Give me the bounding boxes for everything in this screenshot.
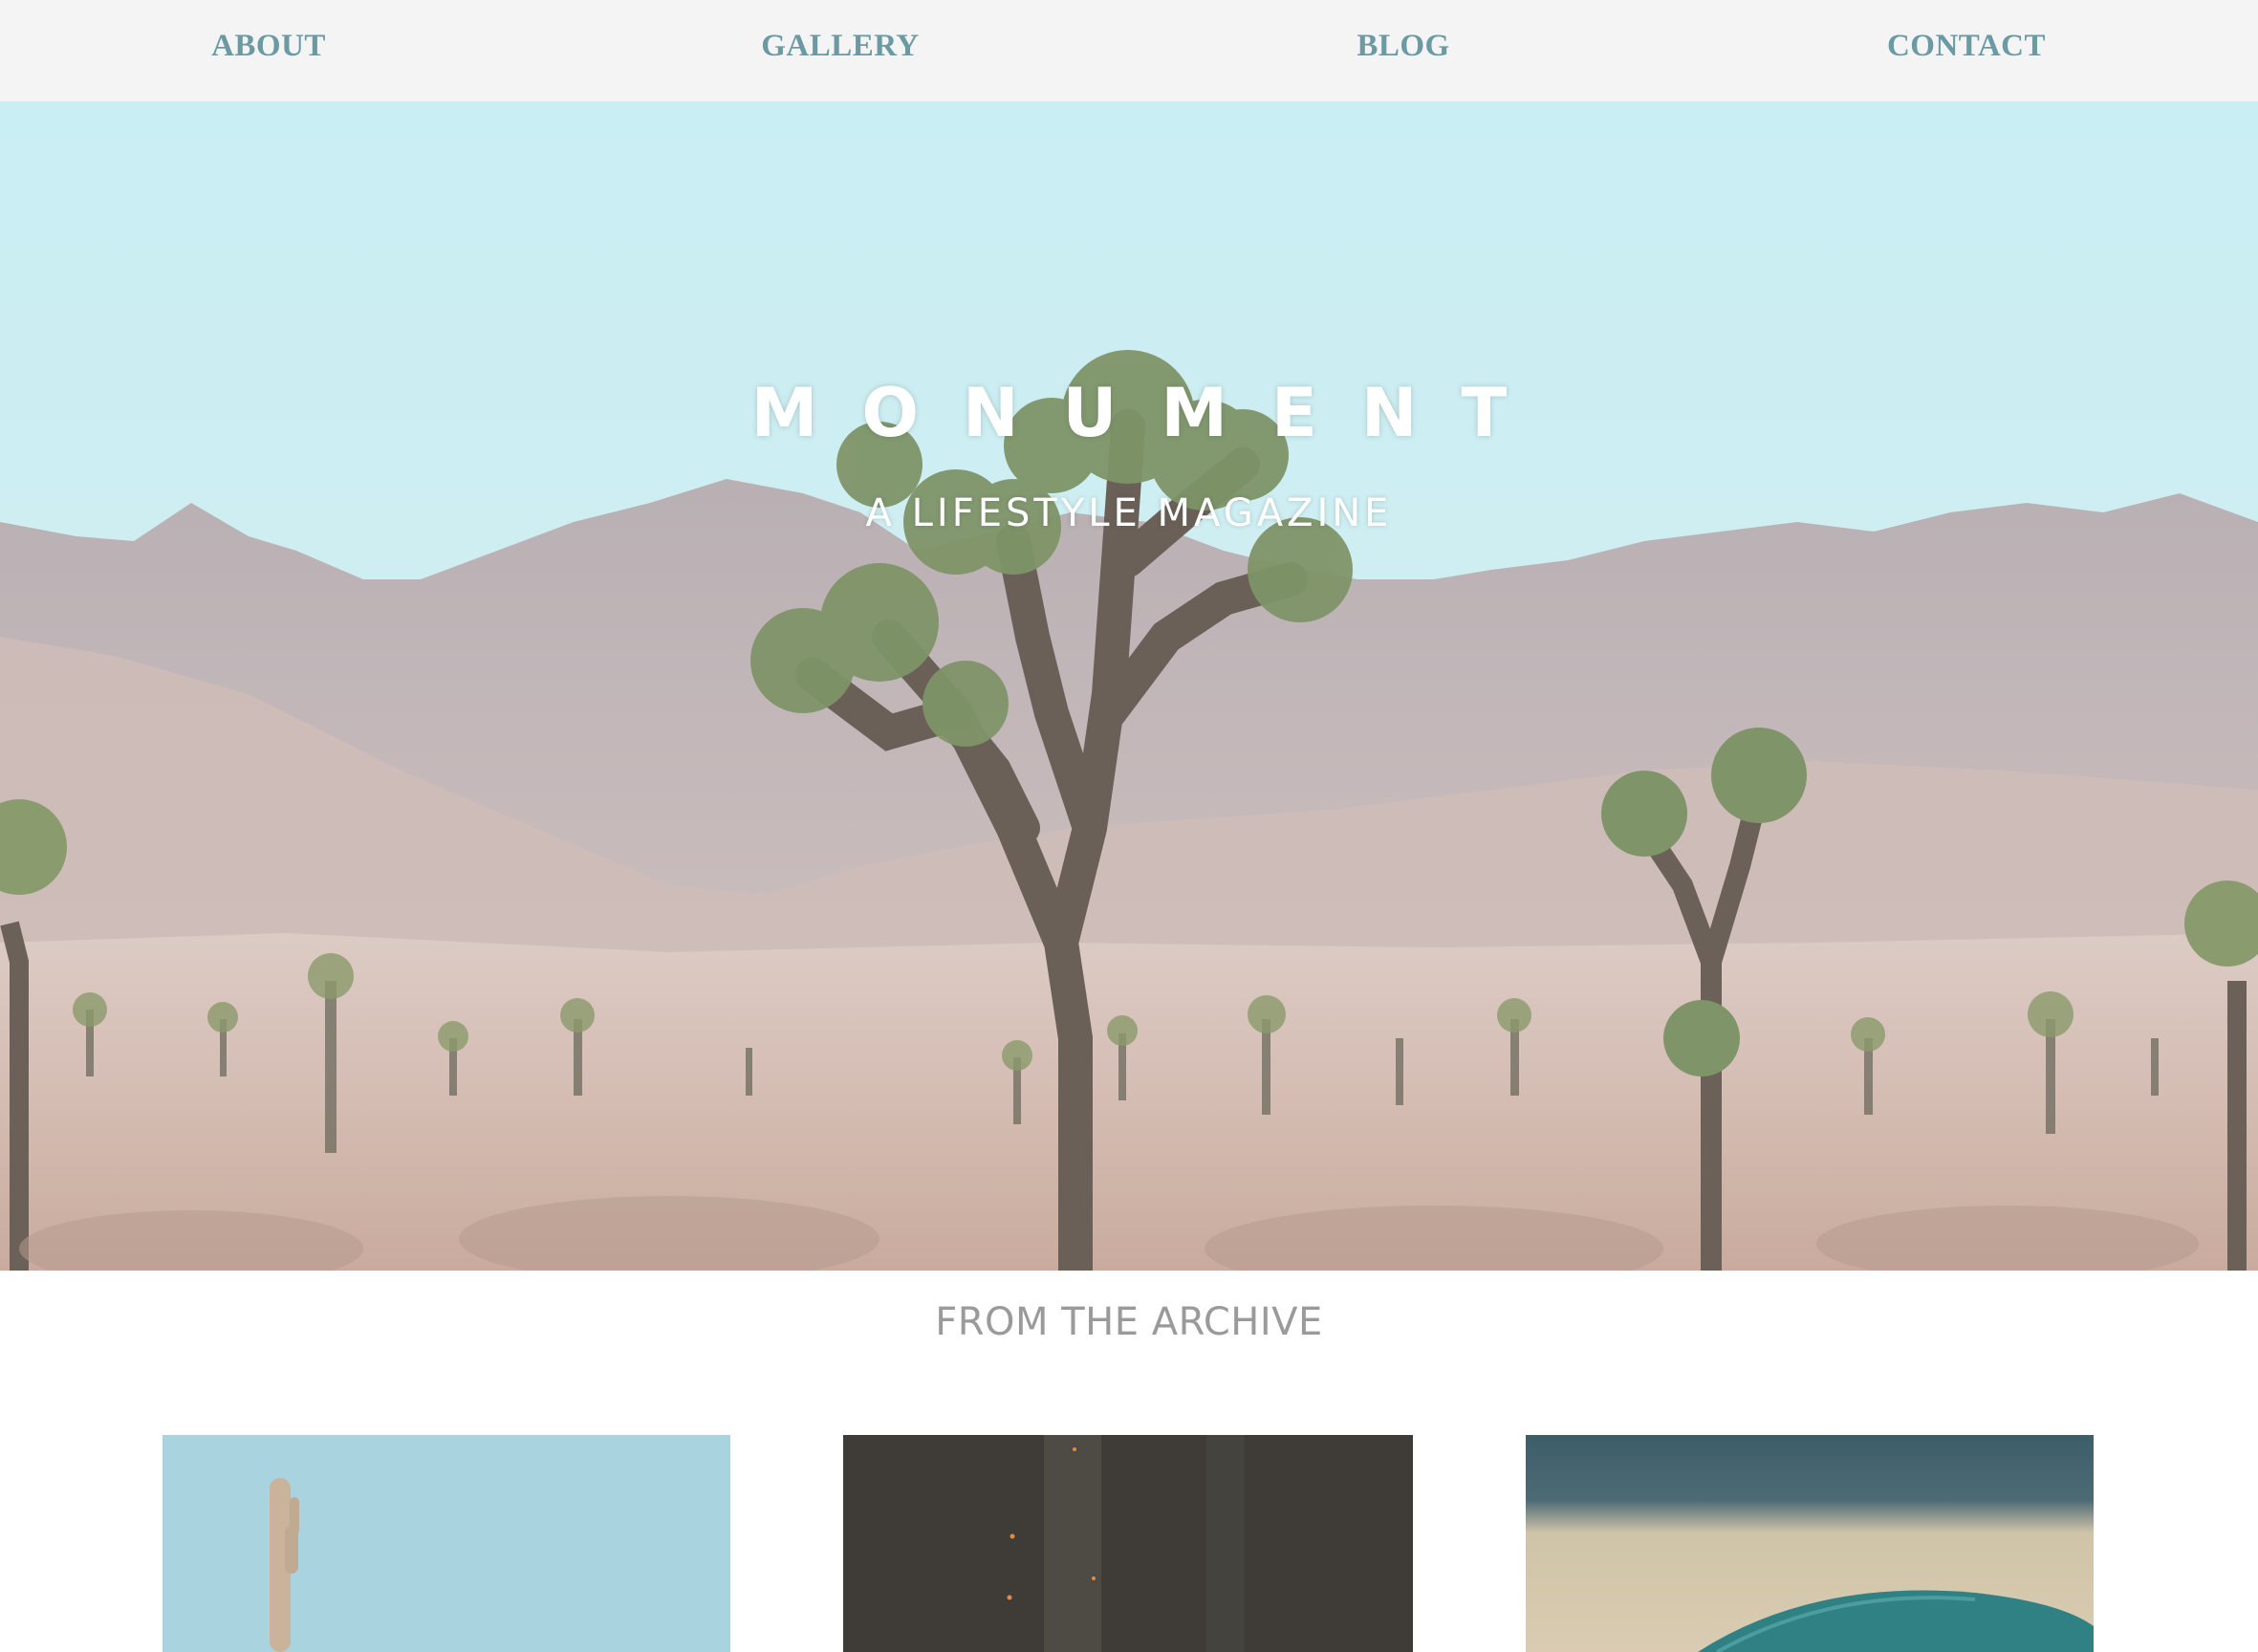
archive-heading: FROM THE ARCHIVE	[935, 1300, 1323, 1344]
site-tagline: A LIFESTYLE MAGAZINE	[865, 491, 1393, 535]
site-title: MONUMENT	[750, 374, 1552, 452]
dark-forest-image	[843, 1435, 1413, 1652]
hero-banner: MONUMENT A LIFESTYLE MAGAZINE	[0, 101, 2258, 1271]
archive-card-saguaro[interactable]	[163, 1435, 730, 1652]
nav-link-blog[interactable]: BLOG	[1357, 0, 1449, 92]
nav-link-contact[interactable]: CONTACT	[1887, 0, 2046, 92]
top-navigation: ABOUT GALLERY BLOG CONTACT	[0, 0, 2258, 101]
saguaro-cactus-image	[163, 1435, 730, 1652]
archive-card-forest[interactable]	[843, 1435, 1413, 1652]
hero-desert-image	[0, 101, 2258, 1271]
archive-card-car[interactable]	[1526, 1435, 2094, 1652]
nav-link-about[interactable]: ABOUT	[211, 0, 326, 92]
nav-link-gallery[interactable]: GALLERY	[761, 0, 920, 92]
teal-car-image	[1526, 1435, 2094, 1652]
